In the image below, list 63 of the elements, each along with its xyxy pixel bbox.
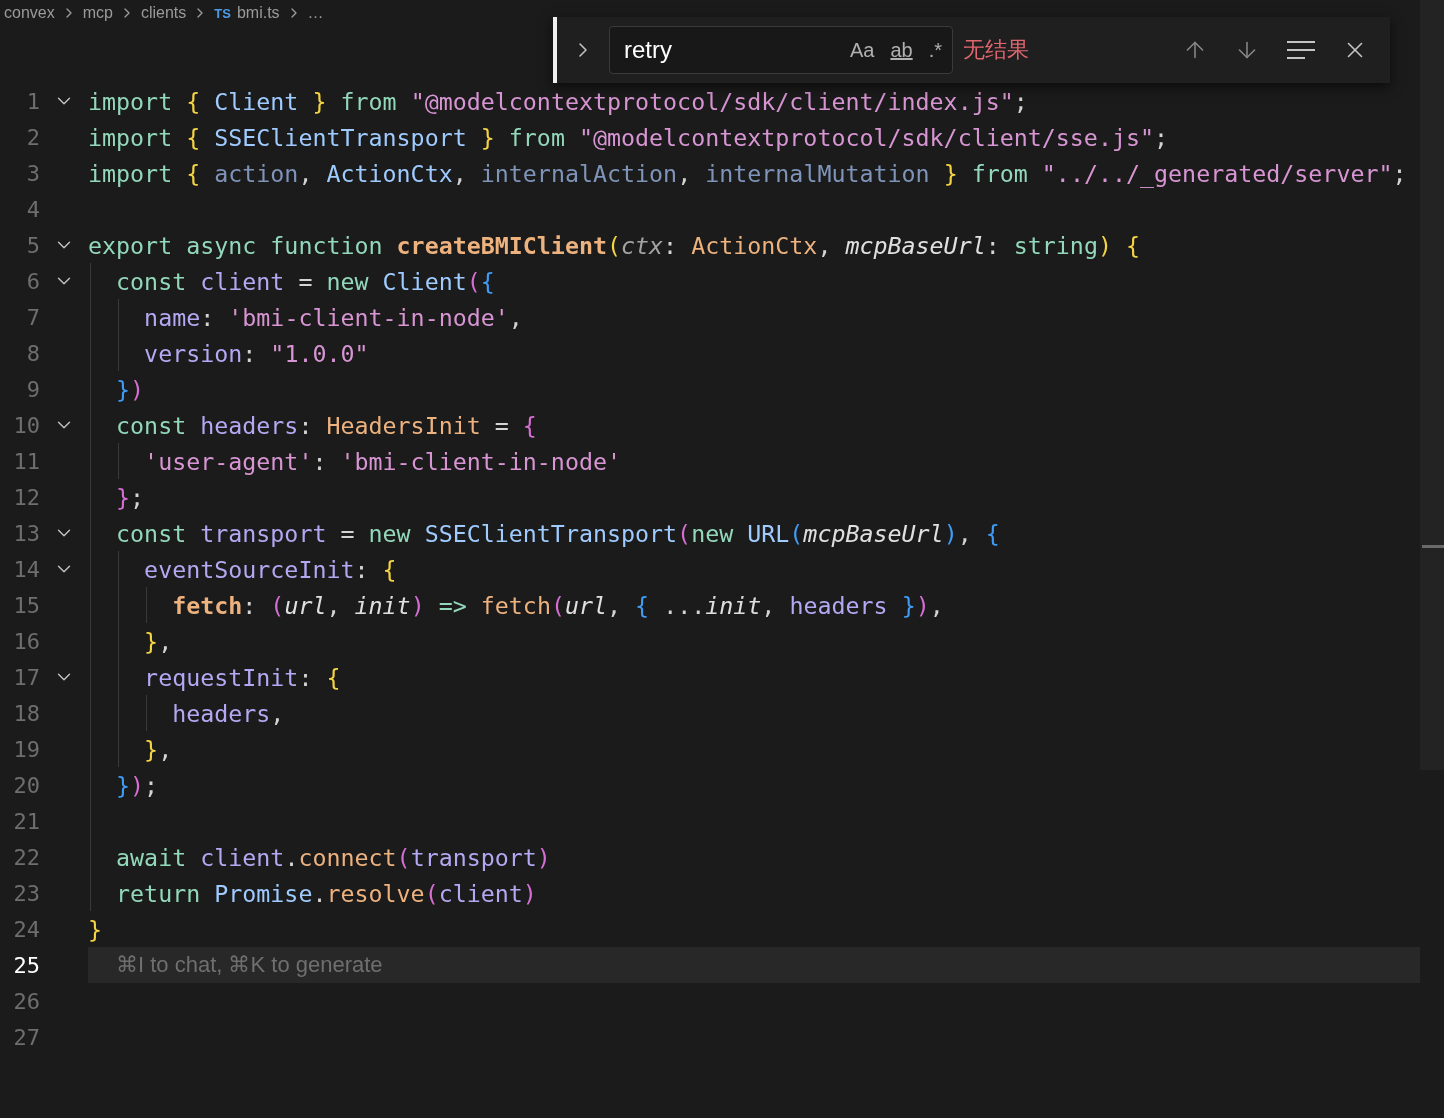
breadcrumb-more[interactable]: … [307,4,324,22]
line-number: 11 [13,448,40,474]
line-number: 21 [13,808,40,834]
search-status: 无结果 [963,36,1030,64]
whole-word-button[interactable]: ab [886,36,917,64]
code-line: } [88,915,103,943]
line-number: 18 [13,700,40,726]
line-number: 8 [26,340,40,366]
line-number: 16 [13,628,40,654]
code-line: eventSourceInit: { [143,555,397,583]
line-number: 26 [13,988,40,1014]
code-line: const headers: HeadersInit = { [115,411,537,439]
scrollbar[interactable] [1420,0,1444,770]
code-line: fetch: (url, init) => fetch(url, { ...init, headers }), [171,591,944,619]
line-number: 15 [13,592,40,618]
breadcrumb-item[interactable]: mcp [82,4,113,22]
line-number: 7 [26,304,40,330]
breadcrumb-item[interactable]: clients [140,4,187,22]
code-line: }; [115,483,145,511]
line-number: 17 [13,664,40,690]
code-line: const transport = new SSEClientTransport(new URL(mcpBaseUrl), { [115,519,1000,547]
code-line: await client.connect(transport) [115,843,551,871]
line-number: 25 [13,952,40,978]
line-number: 19 [13,736,40,762]
code-line: const client = new Client({ [115,267,495,295]
line-number: 12 [13,484,40,510]
code-line: }, [143,627,173,655]
line-number: 13 [13,520,40,546]
code-line: export async function createBMIClient(ctx: ActionCtx, mcpBaseUrl: string) { [88,231,1140,259]
line-number: 23 [13,880,40,906]
breadcrumb-item[interactable]: convex [4,4,55,22]
code-line: }); [115,771,159,799]
typescript-file-icon: TS [214,5,231,21]
code-line: }) [115,375,145,403]
lines-icon [1286,39,1316,61]
line-number: 6 [26,268,40,294]
code-line: return Promise.resolve(client) [115,879,537,907]
code-line: version: "1.0.0" [143,339,369,367]
search-field[interactable]: retry Aa ab .* [609,26,953,74]
code-line: import { SSEClientTransport } from "@modelcontextprotocol/sdk/client/sse.js"; [88,123,1169,151]
line-number: 2 [26,124,40,150]
code-line: name: 'bmi-client-in-node', [143,303,523,331]
match-case-button[interactable]: Aa [845,36,879,64]
line-number: 20 [13,772,40,798]
code-line: headers, [171,699,285,727]
code-line: requestInit: { [143,663,341,691]
line-number: 9 [26,376,40,402]
breadcrumb-item[interactable]: bmi.ts [236,4,280,22]
line-number: 10 [13,412,40,438]
code-line: 'user-agent': 'bmi-client-in-node' [143,447,621,475]
line-number: 3 [26,160,40,186]
regex-button[interactable]: .* [924,36,946,64]
line-number: 14 [13,556,40,582]
line-number: 1 [26,88,40,114]
code-line: import { Client } from "@modelcontextprotocol/sdk/client/index.js"; [88,87,1028,115]
line-number: 27 [13,1024,40,1050]
code-line: }, [143,735,173,763]
line-number: 22 [13,844,40,870]
code-line: import { action, ActionCtx, internalAction, internalMutation } from "../../_generated/server"; [88,159,1407,187]
line-number: 24 [13,916,40,942]
line-number: 4 [26,196,40,222]
inline-hint: ⌘I to chat, ⌘K to generate [116,952,383,978]
line-number: 5 [26,232,40,258]
